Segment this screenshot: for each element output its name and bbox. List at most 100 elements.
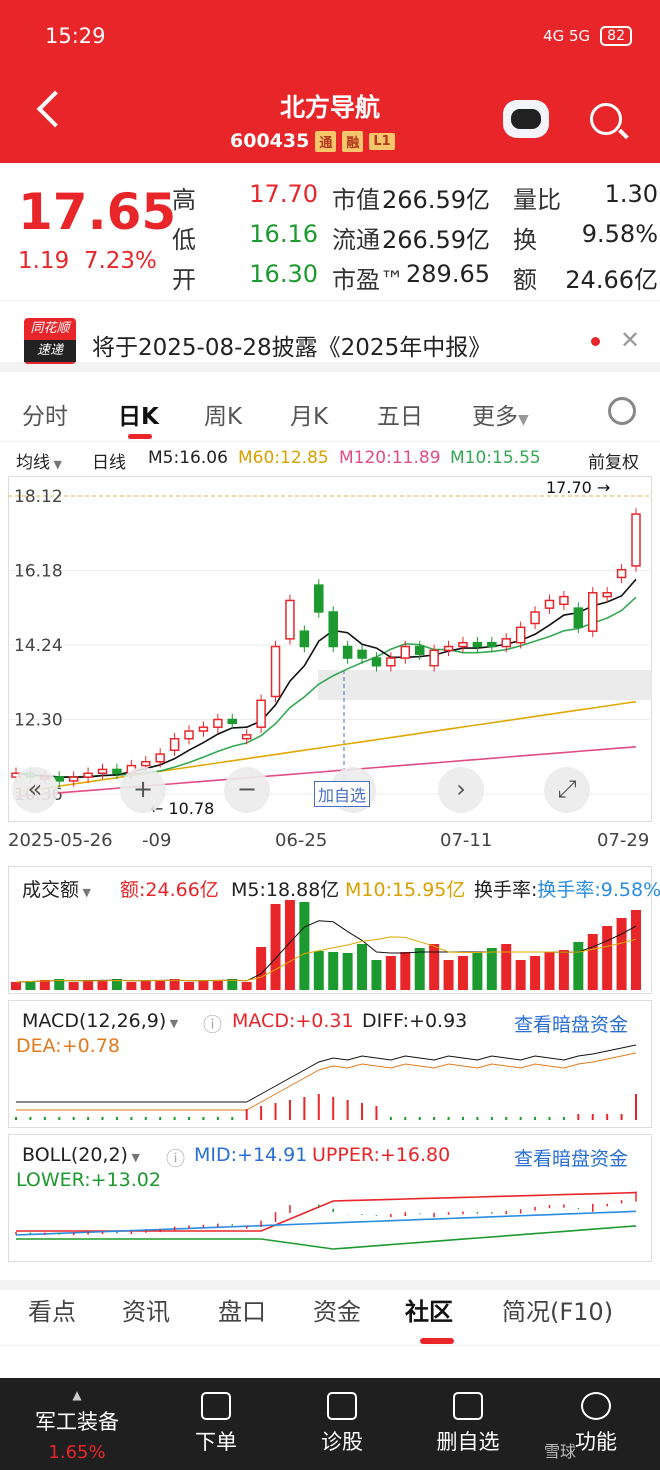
stock-name: 北方导航 bbox=[279, 93, 380, 122]
diagnose-label: 诊股 bbox=[321, 1430, 363, 1454]
volume-bar bbox=[342, 953, 353, 990]
quote-value: 24.66亿 bbox=[565, 266, 658, 294]
boll-selector[interactable]: BOLL(20,2) ▼ bbox=[22, 1144, 140, 1166]
date-tick-4: 07-11 bbox=[440, 830, 493, 851]
zoom-in-icon[interactable]: + bbox=[120, 767, 166, 813]
volume-bar bbox=[184, 982, 195, 990]
volume-bar bbox=[313, 951, 324, 990]
dropdown-icon: ▼ bbox=[127, 1151, 140, 1164]
candle-body bbox=[443, 645, 454, 652]
volume-bar bbox=[486, 948, 497, 990]
volume-m5: M5:18.88亿 bbox=[231, 879, 340, 901]
price-change: 1.19 7.23% bbox=[18, 248, 157, 274]
remove-watchlist-button[interactable]: 删自选 bbox=[430, 1392, 506, 1456]
help-icon[interactable]: ⓘ bbox=[203, 1010, 222, 1037]
volume-bar bbox=[241, 982, 252, 990]
tag-tong: 通 bbox=[315, 130, 337, 152]
robot-assistant-icon[interactable] bbox=[503, 100, 549, 138]
quote-value: 1.30 bbox=[604, 180, 658, 208]
adjust-selector[interactable]: 前复权 bbox=[588, 448, 639, 473]
next-icon[interactable]: › bbox=[438, 767, 484, 813]
volume-m5-line bbox=[15, 920, 637, 983]
volume-bar bbox=[515, 960, 526, 990]
candle-body bbox=[68, 776, 79, 782]
ma5-value: M5:16.06 bbox=[148, 448, 228, 468]
volume-bar bbox=[155, 980, 166, 990]
candle-body bbox=[631, 513, 641, 567]
candle-body bbox=[256, 699, 266, 728]
price-tick: 14.24 bbox=[14, 636, 63, 656]
tab-weekly[interactable]: 周K bbox=[204, 397, 242, 431]
volume-bar bbox=[587, 934, 598, 990]
volume-bar bbox=[25, 981, 36, 990]
scroll-left-icon[interactable]: « bbox=[12, 767, 58, 813]
tab-profile[interactable]: 简况(F10) bbox=[502, 1292, 613, 1327]
tab-highlights[interactable]: 看点 bbox=[28, 1292, 76, 1327]
tab-daily[interactable]: 日K bbox=[118, 397, 159, 431]
volume-bar bbox=[501, 944, 512, 990]
current-price: 17.65 bbox=[18, 183, 177, 241]
quote-label: 低 bbox=[172, 226, 196, 254]
mid-line bbox=[15, 1210, 637, 1236]
tab-orderbook[interactable]: 盘口 bbox=[218, 1292, 266, 1327]
search-icon[interactable] bbox=[590, 103, 622, 135]
boll-dark-pool-link[interactable]: 查看暗盘资金 bbox=[514, 1144, 628, 1171]
watermark: 雪球 bbox=[543, 1442, 576, 1461]
tag-rong: 融 bbox=[342, 130, 364, 152]
boll-chart bbox=[15, 1191, 637, 1250]
minus-icon bbox=[453, 1392, 483, 1420]
settings-icon[interactable] bbox=[608, 397, 636, 425]
volume-selector[interactable]: 成交额 ▼ bbox=[22, 875, 91, 902]
candle-body bbox=[357, 649, 367, 659]
volume-bar bbox=[457, 956, 468, 990]
network-icon: 4G 5G bbox=[543, 27, 591, 45]
diagnose-button[interactable]: 诊股 bbox=[304, 1392, 380, 1456]
boll-label: BOLL(20,2) bbox=[22, 1144, 128, 1166]
candle-body bbox=[241, 734, 252, 740]
fullscreen-icon[interactable]: ⤢ bbox=[544, 767, 590, 813]
quote-value: 266.59亿 bbox=[382, 186, 490, 214]
tab-funds[interactable]: 资金 bbox=[313, 1292, 361, 1327]
volume-bar bbox=[328, 952, 339, 990]
candle-body bbox=[314, 584, 324, 613]
gap-zone bbox=[318, 670, 652, 700]
menu-icon bbox=[581, 1392, 611, 1420]
price-tick: 12.30 bbox=[14, 711, 63, 731]
dropdown-icon: ▼ bbox=[79, 886, 91, 899]
tab-intraday[interactable]: 分时 bbox=[22, 397, 68, 431]
volume-bar bbox=[212, 980, 223, 990]
candle-body bbox=[342, 645, 353, 659]
tab-news[interactable]: 资讯 bbox=[122, 1292, 170, 1327]
volume-bar bbox=[126, 982, 137, 990]
notice-text[interactable]: 将于2025-08-28披露《2025年中报》 bbox=[92, 328, 491, 362]
volume-bar bbox=[472, 952, 483, 990]
zoom-out-icon[interactable]: − bbox=[224, 767, 270, 813]
candle-body bbox=[213, 718, 223, 728]
sector-name[interactable]: 军工装备 bbox=[22, 1406, 132, 1436]
tab-more[interactable]: 更多▼ bbox=[472, 397, 529, 431]
chevron-up-icon[interactable]: ▲ bbox=[22, 1388, 132, 1402]
help-icon[interactable]: ⓘ bbox=[166, 1144, 185, 1171]
quote-label: 额 bbox=[513, 266, 537, 294]
tab-community[interactable]: 社区 bbox=[405, 1292, 453, 1327]
volume-bar bbox=[371, 960, 382, 990]
macd-dark-pool-link[interactable]: 查看暗盘资金 bbox=[514, 1010, 628, 1037]
macd-label: MACD(12,26,9) bbox=[22, 1010, 167, 1032]
turnover-label: 换手率:换手率:9.58% bbox=[474, 879, 660, 901]
header-bar: 15:29 4G 5G 82 北方导航 600435 通融 L1 bbox=[0, 0, 660, 163]
ma-selector[interactable]: 均线 ▼ bbox=[16, 448, 62, 473]
tab-five-day[interactable]: 五日 bbox=[377, 397, 423, 431]
logo-top: 同花顺 bbox=[30, 321, 70, 336]
order-button[interactable]: 下单 bbox=[178, 1392, 254, 1456]
quote-value: 16.16 bbox=[249, 220, 318, 248]
status-time: 15:29 bbox=[45, 24, 106, 48]
tab-monthly[interactable]: 月K bbox=[290, 397, 328, 431]
macd-chart bbox=[15, 1044, 637, 1120]
unread-dot bbox=[591, 337, 600, 346]
candle-body bbox=[169, 737, 180, 751]
candle-body bbox=[501, 638, 511, 648]
macd-selector[interactable]: MACD(12,26,9) ▼ bbox=[22, 1010, 178, 1032]
candle-body bbox=[227, 718, 238, 725]
add-watchlist-button[interactable]: 加自选 bbox=[314, 781, 371, 807]
close-icon[interactable]: ✕ bbox=[620, 326, 640, 354]
